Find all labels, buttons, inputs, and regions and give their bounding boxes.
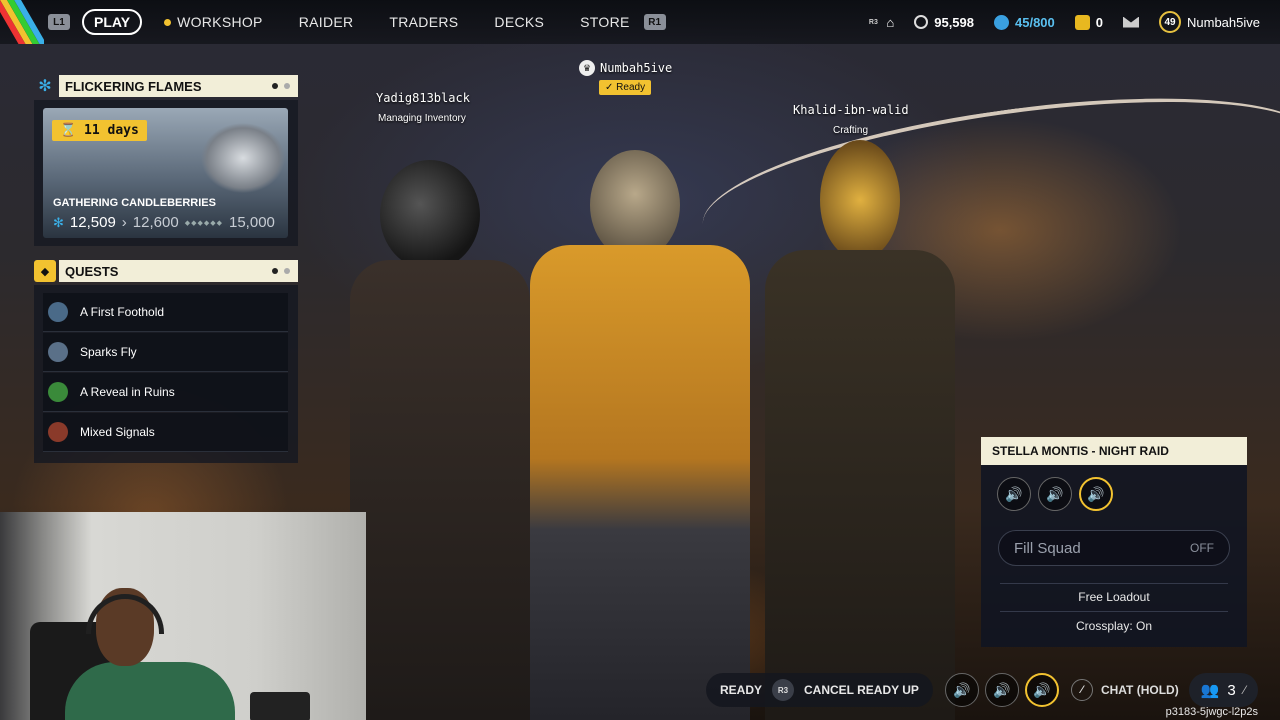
quest-diamond-icon: ◆	[34, 260, 56, 282]
event-header: ✻ FLICKERING FLAMES	[34, 75, 298, 97]
blue-currency-stat[interactable]: 45/800	[994, 14, 1055, 30]
tab-workshop[interactable]: WORKSHOP	[164, 14, 263, 30]
quest-icon	[48, 422, 68, 442]
stick-icon: ⁄	[1243, 683, 1246, 697]
r1-bumper-hint: R1	[643, 14, 666, 30]
ready-status-badge: ✓ Ready	[599, 80, 652, 95]
event-title: FLICKERING FLAMES	[59, 75, 298, 97]
tab-traders[interactable]: TRADERS	[389, 14, 458, 30]
tab-raider[interactable]: RAIDER	[299, 14, 354, 30]
crown-icon: ♛	[579, 60, 595, 76]
character-center	[520, 150, 760, 720]
gear-icon: ✻	[38, 78, 52, 95]
bottom-squad-slots: 🔊 🔊 🔊	[944, 673, 1059, 707]
event-progress: ✻ 12,509 › 12,600 ◆◆◆◆◆◆ 15,000	[53, 214, 275, 231]
top-nav-bar: L1 PLAY WORKSHOP RAIDER TRADERS DECKS ST…	[0, 0, 1280, 44]
progress-pips: ◆◆◆◆◆◆	[184, 219, 223, 227]
webcam-overlay	[0, 512, 366, 720]
squad-slot-speaker-icon[interactable]: 🔊	[1079, 477, 1113, 511]
quest-icon	[48, 382, 68, 402]
page-dots	[272, 268, 290, 274]
quests-header: ◆ QUESTS	[34, 260, 298, 282]
r3-hint: R3 ⌂	[868, 14, 895, 30]
cancel-ready-button[interactable]: READY R3 CANCEL READY UP	[706, 673, 933, 707]
bottom-action-bar: READY R3 CANCEL READY UP 🔊 🔊 🔊 ⁄ CHAT (H…	[706, 673, 1258, 707]
tab-decks[interactable]: DECKS	[494, 14, 544, 30]
mail-button[interactable]	[1123, 16, 1139, 28]
blue-currency-icon	[994, 14, 1009, 30]
player-name-left: Yadig813black	[376, 91, 470, 105]
quest-item[interactable]: A Reveal in Ruins	[43, 373, 288, 412]
page-dots	[272, 83, 290, 89]
session-id: p3183-5jwgc-l2p2s	[1165, 706, 1258, 718]
player-name-right: Khalid-ibn-walid	[793, 103, 909, 117]
coins-stat[interactable]: 95,598	[914, 15, 974, 30]
username: Numbah5ive	[1187, 14, 1260, 30]
quest-icon	[48, 302, 68, 322]
player-status-left: Managing Inventory	[378, 113, 466, 124]
r3-button-icon: R3	[772, 679, 795, 701]
player-name-center: Numbah5ive	[600, 61, 673, 75]
chat-button[interactable]: ⁄ CHAT (HOLD)	[1070, 679, 1179, 701]
crossplay-option[interactable]: Crossplay: On	[981, 619, 1247, 633]
quests-title: QUESTS	[59, 260, 298, 282]
character-left	[340, 160, 540, 720]
event-name: GATHERING CANDLEBERRIES	[53, 197, 216, 209]
player-status-right: Crafting	[833, 125, 869, 136]
people-icon: 👥	[1200, 682, 1220, 699]
quest-item[interactable]: Sparks Fly	[43, 333, 288, 372]
token-icon	[1074, 14, 1090, 30]
brand-stripes-logo	[0, 0, 44, 44]
quest-item[interactable]: A First Foothold	[43, 293, 288, 332]
squad-slot-speaker-icon[interactable]: 🔊	[984, 673, 1019, 707]
tab-store[interactable]: STORE	[580, 14, 629, 30]
squad-slot-speaker-icon[interactable]: 🔊	[944, 673, 979, 707]
tokens-stat[interactable]: 0	[1074, 14, 1103, 30]
tab-play[interactable]: PLAY	[82, 9, 143, 35]
squad-count-button[interactable]: 👥 3 ⁄	[1188, 673, 1258, 707]
quest-item[interactable]: Mixed Signals	[43, 413, 288, 452]
main-nav: L1 PLAY WORKSHOP RAIDER TRADERS DECKS ST…	[48, 0, 666, 44]
character-right	[760, 140, 960, 720]
profile[interactable]: 49 Numbah5ive	[1159, 11, 1260, 33]
l1-bumper-hint: L1	[48, 14, 70, 30]
gear-icon: ✻	[53, 214, 64, 230]
divider	[1000, 611, 1228, 612]
squad-slot-speaker-icon[interactable]: 🔊	[997, 477, 1031, 511]
quest-icon	[48, 342, 68, 362]
raid-panel: STELLA MONTIS - NIGHT RAID 🔊 🔊 🔊 Fill Sq…	[981, 437, 1247, 647]
coin-icon	[914, 15, 929, 29]
notification-dot-icon	[164, 18, 172, 26]
headphones-icon	[86, 594, 164, 634]
divider	[1000, 583, 1228, 584]
level-badge: 49	[1159, 11, 1181, 33]
squad-slot-speaker-icon[interactable]: 🔊	[1038, 477, 1072, 511]
mail-icon	[1123, 16, 1139, 28]
free-loadout-option[interactable]: Free Loadout	[981, 590, 1247, 604]
fill-squad-toggle[interactable]: Fill Squad OFF	[998, 530, 1230, 566]
chat-stick-icon: ⁄	[1070, 679, 1093, 701]
raid-title: STELLA MONTIS - NIGHT RAID	[981, 437, 1247, 465]
event-panel: ⌛ 11 days GATHERING CANDLEBERRIES ✻ 12,5…	[34, 100, 298, 246]
currency-stats: R3 ⌂ 95,598 45/800 0 49 Numbah5ive	[866, 0, 1280, 44]
days-remaining-badge: ⌛ 11 days	[52, 120, 147, 141]
chevron-right-icon: ›	[121, 214, 127, 231]
event-card[interactable]: ⌛ 11 days GATHERING CANDLEBERRIES ✻ 12,5…	[43, 108, 288, 238]
quests-panel: A First Foothold Sparks Fly A Reveal in …	[34, 285, 298, 463]
squad-slot-speaker-icon[interactable]: 🔊	[1024, 673, 1059, 707]
squad-slots: 🔊 🔊 🔊	[997, 477, 1113, 511]
